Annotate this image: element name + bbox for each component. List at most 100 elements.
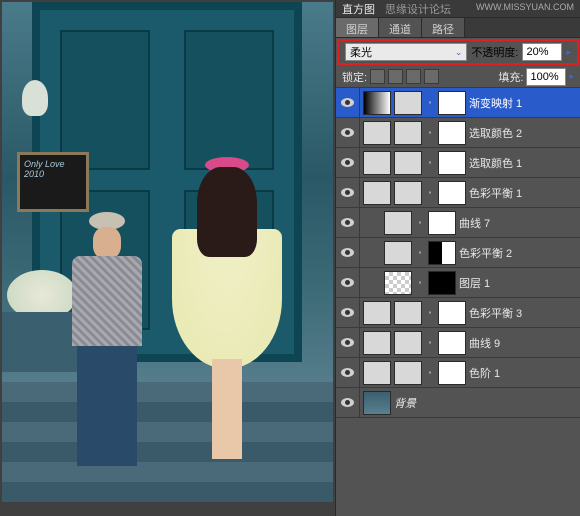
eye-icon: [341, 338, 354, 347]
mask-thumb[interactable]: [438, 331, 466, 355]
layer-thumb[interactable]: [363, 391, 391, 415]
visibility-toggle[interactable]: [336, 208, 360, 238]
visibility-toggle[interactable]: [336, 268, 360, 298]
blend-mode-value: 柔光: [350, 44, 372, 60]
visibility-toggle[interactable]: [336, 328, 360, 358]
layer-name[interactable]: 色彩平衡 3: [469, 305, 576, 321]
mask-thumb[interactable]: [428, 241, 456, 265]
opacity-input[interactable]: 20%: [522, 43, 562, 61]
adjust-thumb[interactable]: [394, 151, 422, 175]
layer-thumb[interactable]: [363, 181, 391, 205]
lock-transparency-icon[interactable]: [370, 69, 385, 84]
eye-icon: [341, 98, 354, 107]
adjust-thumb[interactable]: [394, 331, 422, 355]
link-icon: ⬝: [425, 127, 435, 138]
mask-thumb[interactable]: [438, 91, 466, 115]
visibility-toggle[interactable]: [336, 358, 360, 388]
link-icon: ⬝: [425, 157, 435, 168]
link-icon: ⬝: [425, 97, 435, 108]
layer-name[interactable]: 选取颜色 2: [469, 125, 576, 141]
layer-name[interactable]: 色阶 1: [469, 365, 576, 381]
layer-name[interactable]: 渐变映射 1: [469, 95, 576, 111]
layer-row[interactable]: ⬝ 曲线 9: [336, 328, 580, 358]
eye-icon: [341, 368, 354, 377]
eye-icon: [341, 398, 354, 407]
mask-thumb[interactable]: [438, 151, 466, 175]
layer-name[interactable]: 背景: [394, 395, 576, 411]
eye-icon: [341, 128, 354, 137]
layers-panel: 直方图 思缘设计论坛 WWW.MISSYUAN.COM 图层 通道 路径 柔光 …: [335, 0, 580, 516]
opacity-label: 不透明度:: [471, 44, 518, 60]
layer-thumb[interactable]: [363, 361, 391, 385]
layer-name[interactable]: 色彩平衡 1: [469, 185, 576, 201]
layer-thumb[interactable]: [384, 211, 412, 235]
mask-thumb[interactable]: [428, 271, 456, 295]
layer-row[interactable]: ⬝ 色阶 1: [336, 358, 580, 388]
layer-row[interactable]: ⬝色彩平衡 1: [336, 178, 580, 208]
layer-thumb[interactable]: [384, 241, 412, 265]
mask-thumb[interactable]: [438, 361, 466, 385]
eye-icon: [341, 188, 354, 197]
mask-thumb[interactable]: [438, 121, 466, 145]
edited-photo: Only Love 2010: [2, 2, 333, 502]
visibility-toggle[interactable]: [336, 148, 360, 178]
layer-list[interactable]: ⬝渐变映射 1⬝选取颜色 2⬝选取颜色 1⬝色彩平衡 1⬝曲线 7⬝色彩平衡 2…: [336, 88, 580, 516]
link-icon: ⬝: [425, 307, 435, 318]
adjust-thumb[interactable]: [394, 361, 422, 385]
fill-input[interactable]: 100%: [526, 68, 566, 86]
link-icon: ⬝: [415, 277, 425, 288]
layer-thumb[interactable]: [363, 121, 391, 145]
layer-name[interactable]: 选取颜色 1: [469, 155, 576, 171]
eye-icon: [341, 248, 354, 257]
layer-row[interactable]: ⬝ 选取颜色 1: [336, 148, 580, 178]
visibility-toggle[interactable]: [336, 88, 360, 118]
layer-name[interactable]: 色彩平衡 2: [459, 245, 576, 261]
link-icon: ⬝: [425, 367, 435, 378]
layer-row[interactable]: 背景: [336, 388, 580, 418]
chalkboard: Only Love 2010: [17, 152, 89, 212]
fill-label: 填充:: [498, 69, 523, 85]
visibility-toggle[interactable]: [336, 388, 360, 418]
layer-name[interactable]: 曲线 9: [469, 335, 576, 351]
layer-name[interactable]: 曲线 7: [459, 215, 576, 231]
opacity-arrow-icon[interactable]: ▸: [566, 47, 571, 58]
layer-thumb[interactable]: [384, 271, 412, 295]
blend-opacity-row: 柔光 ⌄ 不透明度: 20% ▸: [337, 39, 579, 65]
histogram-tab[interactable]: 直方图: [342, 1, 375, 17]
eye-icon: [341, 308, 354, 317]
layer-name[interactable]: 图层 1: [459, 275, 576, 291]
layer-thumb[interactable]: [363, 301, 391, 325]
layer-row[interactable]: ⬝ 色彩平衡 3: [336, 298, 580, 328]
layer-thumb[interactable]: [363, 331, 391, 355]
layer-row[interactable]: ⬝ 色彩平衡 2: [336, 238, 580, 268]
layer-row[interactable]: ⬝ 渐变映射 1: [336, 88, 580, 118]
layer-row[interactable]: ⬝曲线 7: [336, 208, 580, 238]
visibility-toggle[interactable]: [336, 298, 360, 328]
adjust-thumb[interactable]: [394, 181, 422, 205]
mask-thumb[interactable]: [438, 301, 466, 325]
lock-all-icon[interactable]: [424, 69, 439, 84]
layer-row[interactable]: ⬝ 图层 1: [336, 268, 580, 298]
tab-layers[interactable]: 图层: [336, 18, 379, 37]
link-icon: ⬝: [425, 337, 435, 348]
layer-row[interactable]: ⬝ 选取颜色 2: [336, 118, 580, 148]
blend-mode-select[interactable]: 柔光 ⌄: [345, 43, 467, 61]
layer-thumb[interactable]: [363, 91, 391, 115]
adjust-thumb[interactable]: [394, 301, 422, 325]
link-icon: ⬝: [415, 247, 425, 258]
adjust-thumb[interactable]: [394, 91, 422, 115]
fill-arrow-icon[interactable]: ▸: [569, 71, 574, 82]
visibility-toggle[interactable]: [336, 178, 360, 208]
eye-icon: [341, 278, 354, 287]
tab-paths[interactable]: 路径: [422, 18, 465, 37]
dropdown-icon: ⌄: [455, 47, 463, 58]
mask-thumb[interactable]: [438, 181, 466, 205]
visibility-toggle[interactable]: [336, 238, 360, 268]
adjust-thumb[interactable]: [394, 121, 422, 145]
tab-channels[interactable]: 通道: [379, 18, 422, 37]
lock-position-icon[interactable]: [406, 69, 421, 84]
layer-thumb[interactable]: [363, 151, 391, 175]
visibility-toggle[interactable]: [336, 118, 360, 148]
mask-thumb[interactable]: [428, 211, 456, 235]
lock-pixels-icon[interactable]: [388, 69, 403, 84]
